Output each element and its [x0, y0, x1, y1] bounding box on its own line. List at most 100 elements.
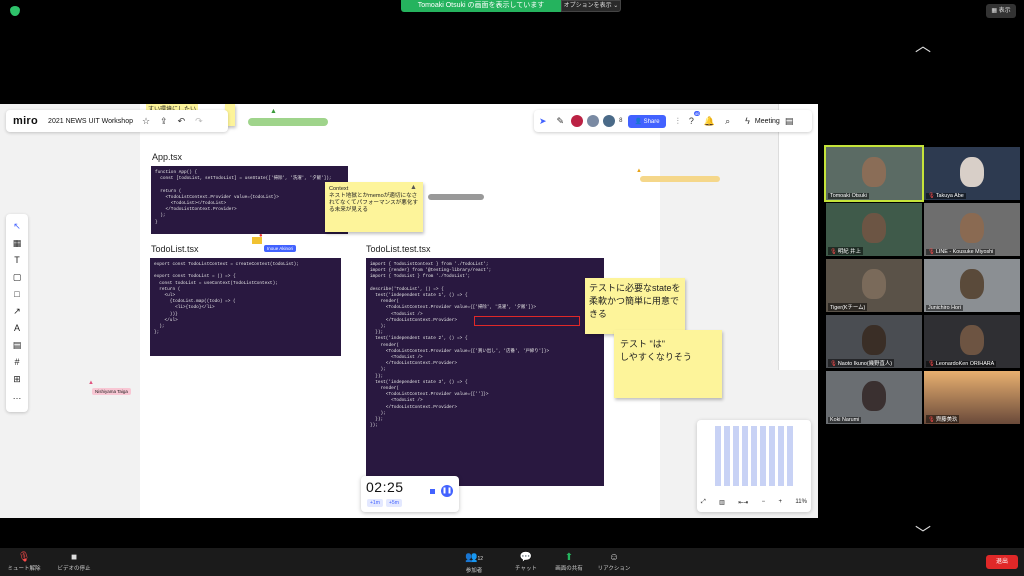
line-tool-icon[interactable]: ↗ [13, 303, 21, 320]
chat-icon: 💬 [519, 552, 533, 563]
miro-logo[interactable]: miro [13, 115, 38, 127]
chat-button[interactable]: 💬 チャット [504, 551, 548, 572]
code-block-test[interactable]: import { TodoListContext } from './TodoL… [366, 258, 604, 486]
participant-name: Koki Narumi [828, 417, 862, 423]
add-5-minutes-button[interactable]: +5m [386, 499, 402, 507]
board-name[interactable]: 2021 NEWS UIT Workshop [48, 118, 133, 125]
mic-muted-icon: 🎙 [830, 249, 837, 255]
add-1-minute-button[interactable]: +1m [367, 499, 383, 507]
cursor-icon: ▲ [636, 168, 642, 174]
pen-icon[interactable]: ✎ [557, 116, 565, 127]
cursor-label-inoue: Inoue Akinori [264, 245, 297, 252]
miro-board[interactable]: ▲ すい環境にしたい miro 2021 NEWS UIT Workshop ☆… [0, 104, 818, 518]
frame-title-todolist[interactable]: TodoList.tsx [151, 244, 199, 254]
reaction-button[interactable]: ☺ リアクション [592, 551, 636, 572]
scroll-handle[interactable] [428, 194, 484, 200]
export-icon[interactable]: ⇪ [160, 116, 168, 127]
participant-tile[interactable]: 🎙Takuya Abe [924, 147, 1020, 200]
participant-tile[interactable]: Tomoaki Otsuki [824, 145, 924, 202]
upload-tool-icon[interactable]: ⊞ [13, 371, 21, 388]
redo-icon[interactable]: ↷ [195, 116, 203, 127]
participant-tile[interactable]: Junichiro Hori [924, 259, 1020, 312]
participant-tile[interactable]: 🎙LeonardoKen ORIHARA [924, 315, 1020, 368]
fit-icon[interactable]: ⤢ [701, 499, 706, 506]
participant-tile[interactable]: Tiger(Kチーム) [826, 259, 922, 312]
participant-tile[interactable]: 🎙明紀 井上 [826, 203, 922, 256]
avatar[interactable] [603, 115, 616, 127]
mic-muted-icon: 🎙 [17, 552, 31, 563]
frame-tool-icon[interactable]: # [14, 354, 19, 371]
share-screen-button[interactable]: ⬆ 画面の共有 [547, 551, 591, 572]
participant-tile[interactable]: 🎙齊藤美玖 [924, 371, 1020, 424]
help-icon[interactable]: ? 40 [689, 111, 701, 126]
template-tool-icon[interactable]: ▦ [13, 235, 22, 252]
map-icon[interactable]: ▥ [719, 499, 725, 506]
cursor-arrow-icon[interactable]: ➤ [539, 116, 547, 127]
emoji-icon: ☺ [608, 552, 620, 563]
meeting-button[interactable]: Meeting [755, 118, 780, 125]
participant-tile[interactable]: 🎙Naoto Ikuno(幾野直人) [826, 315, 922, 368]
chevron-down-icon[interactable]: ﹀ [912, 520, 934, 544]
notes-icon[interactable]: ▤ [785, 116, 794, 127]
bar-shape[interactable] [640, 176, 720, 182]
frame-title-test[interactable]: TodoList.test.tsx [366, 244, 431, 254]
board-side-frame [778, 104, 818, 370]
star-icon[interactable]: ☆ [142, 116, 150, 127]
more-tools-icon[interactable]: … [13, 388, 22, 405]
unmute-button[interactable]: 🎙 ミュート解除 [2, 551, 46, 572]
select-tool-icon[interactable]: ↖ [13, 218, 21, 235]
zoom-top-bar: Tomoaki Otsuki の画面を表示しています オプションを表示 ⌄ ▦ … [0, 0, 1024, 24]
share-screen-icon: ⬆ [564, 552, 574, 563]
stop-video-button[interactable]: ■ ビデオの停止 [52, 551, 96, 572]
comment-tool-icon[interactable]: ▤ [13, 337, 22, 354]
participant-tile[interactable]: 🎙LINE - Kousuke Miyoshi [924, 203, 1020, 256]
end-meeting-button[interactable]: 退出 [986, 555, 1018, 569]
mic-muted-icon: 🎙 [830, 361, 837, 367]
code-block-app[interactable]: function App() { const [todoList, setTod… [151, 166, 348, 234]
participant-name: 🎙LeonardoKen ORIHARA [926, 361, 997, 367]
text-tool-icon[interactable]: T [14, 252, 20, 269]
participant-name: Tiger(Kチーム) [828, 303, 868, 311]
minimap[interactable]: ⤢ ▥ ⇤⇥ − + 11% [697, 420, 811, 512]
shield-icon[interactable] [10, 6, 20, 16]
participant-name: 🎙齊藤美玖 [926, 415, 960, 423]
avatar[interactable] [571, 115, 584, 127]
zoom-out-icon[interactable]: − [762, 499, 766, 505]
settings-sliders-icon[interactable]: ⫶ [677, 116, 679, 127]
share-button[interactable]: 👤 Share [628, 114, 666, 128]
highlight-box [474, 316, 580, 326]
fit-width-icon[interactable]: ⇤⇥ [738, 499, 748, 506]
mic-muted-icon: 🎙 [928, 417, 935, 423]
view-button[interactable]: ▦ 表示 [986, 4, 1016, 18]
participant-name: Junichiro Hori [926, 305, 963, 311]
stop-icon[interactable] [430, 489, 435, 494]
miro-header-right: ➤ ✎ 8 👤 Share ⫶ ? 40 🔔 ⌕ ϟ Meeting ▤ [534, 110, 812, 132]
zoom-level[interactable]: 11% [795, 499, 807, 505]
share-label: Share [643, 118, 660, 125]
participant-tile[interactable]: Koki Narumi [826, 371, 922, 424]
pause-icon[interactable]: ❚❚ [441, 485, 453, 497]
lightning-icon[interactable]: ϟ [745, 116, 750, 126]
search-icon[interactable]: ⌕ [725, 116, 730, 127]
bell-icon[interactable]: 🔔 [704, 116, 715, 127]
participant-name: 🎙明紀 井上 [828, 247, 863, 255]
pen-tool-icon[interactable]: A [14, 320, 20, 337]
chevron-up-icon[interactable]: ︿ [912, 32, 934, 56]
sticky-note-test-ease[interactable]: テスト "は" しやすくなりそう [614, 330, 722, 398]
view-options-button[interactable]: オプションを表示 ⌄ [561, 0, 621, 12]
avatar-count[interactable]: 8 [619, 118, 622, 124]
sticky-tool-icon[interactable]: ▢ [13, 269, 22, 286]
zoom-in-icon[interactable]: + [779, 499, 783, 505]
avatar[interactable] [587, 115, 600, 127]
mic-muted-icon: 🎙 [928, 193, 935, 199]
cursor-label-nishiyama: Nishiyama Taiga [92, 388, 131, 395]
frame-title-app[interactable]: App.tsx [152, 152, 182, 162]
undo-icon[interactable]: ↶ [178, 116, 186, 127]
sticky-note-state[interactable]: テストに必要なstateを柔軟かつ簡単に用意できる [585, 278, 685, 334]
participants-button[interactable]: 👥12 参加者 [452, 551, 496, 574]
shape-tool-icon[interactable]: □ [14, 286, 19, 303]
sticky-note-context[interactable]: Context ネスト地獄とかmemoが適切になされてなくてパフォーマンスが悪化… [325, 182, 423, 232]
miro-header-left: miro 2021 NEWS UIT Workshop ☆ ⇪ ↶ ↷ [6, 110, 228, 132]
code-block-todolist[interactable]: export const TodoListContext = createCon… [150, 258, 341, 356]
cursor-icon: ▲ [88, 380, 94, 386]
